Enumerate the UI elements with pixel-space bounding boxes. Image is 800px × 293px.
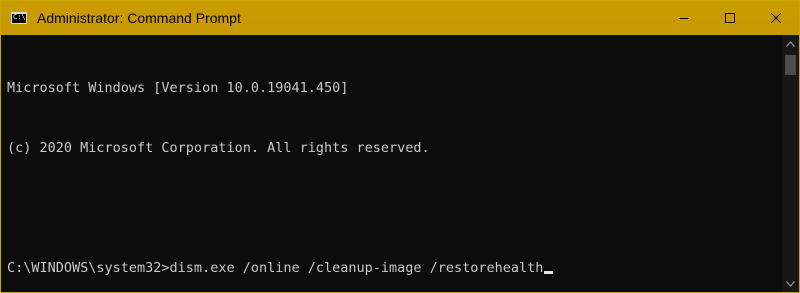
- arrow-down-icon: [786, 280, 795, 287]
- command-prompt-window: Administrator: Command Prompt Microsoft: [0, 0, 800, 293]
- console-line: (c) 2020 Microsoft Corporation. All righ…: [7, 140, 430, 156]
- minimize-icon: [679, 18, 689, 19]
- console-output[interactable]: Microsoft Windows [Version 10.0.19041.45…: [1, 35, 782, 292]
- close-icon: [771, 13, 781, 23]
- close-button[interactable]: [753, 1, 799, 35]
- scroll-up-button[interactable]: [782, 35, 799, 52]
- maximize-button[interactable]: [707, 1, 753, 35]
- console-line: Microsoft Windows [Version 10.0.19041.45…: [7, 80, 349, 96]
- arrow-up-icon: [786, 40, 795, 47]
- title-bar[interactable]: Administrator: Command Prompt: [1, 1, 799, 35]
- minimize-button[interactable]: [661, 1, 707, 35]
- vertical-scrollbar[interactable]: [782, 35, 799, 292]
- scroll-down-button[interactable]: [782, 275, 799, 292]
- window-title: Administrator: Command Prompt: [37, 10, 241, 26]
- text-cursor: [544, 271, 554, 274]
- maximize-icon: [725, 13, 735, 23]
- window-controls: [661, 1, 799, 35]
- cmd-icon[interactable]: [11, 12, 27, 24]
- scrollbar-thumb[interactable]: [785, 55, 796, 75]
- command-text: C:\WINDOWS\system32>dism.exe /online /cl…: [7, 260, 544, 276]
- console-command-line[interactable]: C:\WINDOWS\system32>dism.exe /online /cl…: [7, 258, 782, 278]
